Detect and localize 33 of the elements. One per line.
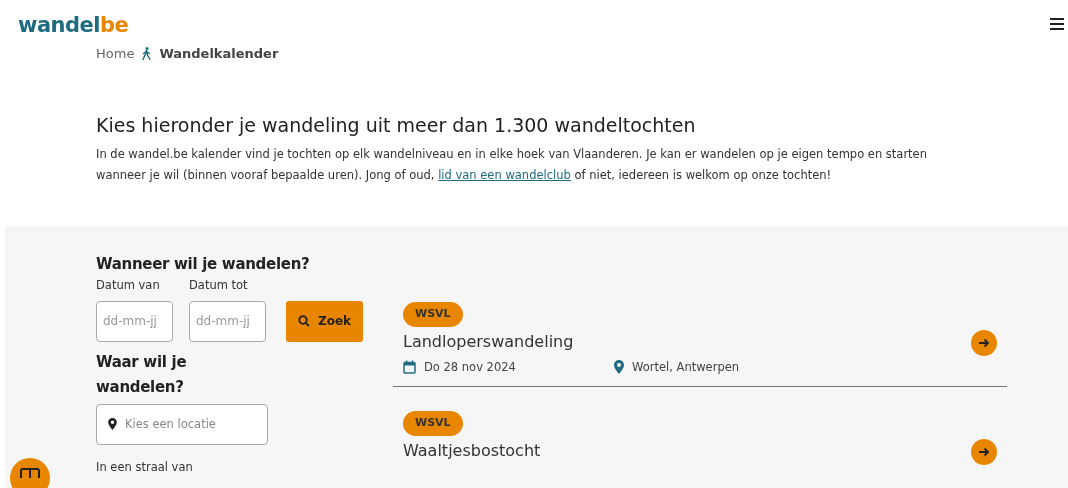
field-label: In een straal van	[96, 458, 194, 476]
club-link[interactable]: lid van een wandelclub	[438, 168, 571, 183]
map-icon	[20, 468, 40, 479]
open-button[interactable]	[971, 438, 997, 465]
open-button[interactable]	[971, 329, 997, 356]
date-from-field[interactable]: dd-mm-jj	[96, 300, 173, 342]
search-button[interactable]: Zoek	[286, 300, 363, 342]
event-title: Waaltjesbostocht	[403, 439, 541, 462]
location-field[interactable]: Kies een locatie	[96, 403, 268, 445]
organizer-badge: WSVL	[403, 302, 463, 327]
logo[interactable]: wandelbe	[18, 10, 129, 42]
calendar-icon	[403, 360, 416, 375]
breadcrumb-current: Wandelkalender	[159, 45, 279, 63]
event-title: Landloperswandeling	[403, 330, 574, 353]
pin-icon	[108, 417, 117, 430]
floating-button[interactable]	[10, 458, 50, 488]
arrow-right-icon	[978, 445, 990, 458]
search-icon	[297, 315, 310, 328]
menu-icon[interactable]	[1050, 18, 1064, 30]
intro-paragraph: In de wandel.be kalender vind je tochten op elk wandelniveau en in elke hoek van Vlaanderen. Je kan er wandelen op je eigen tempo en starten wanneer je wil (binnen vooraf bepaalde uren). Jong of oud, lid van een wandelclub of niet, iedereen is welkom op onze tochten!	[96, 146, 928, 185]
walker-icon	[142, 47, 152, 61]
date-to-field[interactable]: dd-mm-jj	[189, 300, 266, 342]
filter-heading: Wanneer wil je wandelen?	[96, 254, 311, 276]
field-label: Datum van	[96, 277, 161, 295]
breadcrumb-link[interactable]: Home	[96, 44, 135, 64]
event-location: Wortel, Antwerpen	[632, 358, 740, 376]
pin-icon	[614, 360, 624, 375]
organizer-badge: WSVL	[403, 411, 463, 436]
event-date: Do 28 nov 2024	[424, 358, 516, 376]
page-heading: Kies hieronder je wandeling uit meer dan 1.300 wandeltochten	[96, 113, 697, 137]
field-label: Datum tot	[189, 277, 249, 295]
arrow-right-icon	[978, 336, 990, 349]
filter-heading: Waar wil je wandelen?	[96, 351, 188, 398]
